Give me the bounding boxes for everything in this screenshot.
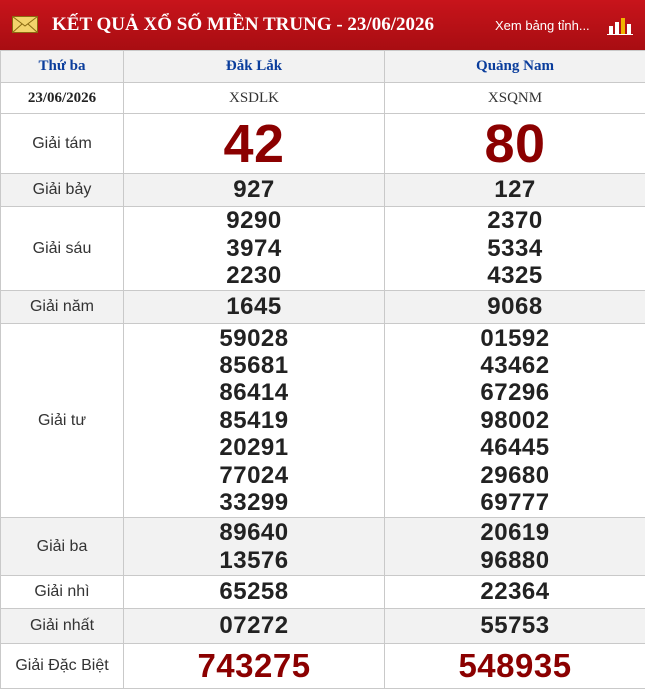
prize-number: 96880 bbox=[385, 547, 645, 574]
prize-number: 1645 bbox=[124, 293, 384, 320]
results-header: KẾT QUẢ XỔ SỐ MIỀN TRUNG - 23/06/2026 Xe… bbox=[0, 0, 645, 50]
prize-number: 5334 bbox=[385, 235, 645, 262]
prize-number: 46445 bbox=[385, 434, 645, 461]
jackpot-number: 743275 bbox=[124, 646, 384, 686]
prize-row: Giải Đặc Biệt743275548935 bbox=[1, 644, 645, 689]
prize-number: 127 bbox=[385, 176, 645, 203]
prize-number: 01592 bbox=[385, 325, 645, 352]
prize-label: Giải ba bbox=[1, 518, 124, 576]
prize-numbers-cell: 929039742230 bbox=[124, 207, 385, 291]
prize-number: 89640 bbox=[124, 519, 384, 546]
bar-chart-icon[interactable] bbox=[606, 14, 634, 36]
envelope-icon bbox=[12, 16, 38, 33]
prize-number: 42 bbox=[124, 115, 384, 173]
prize-number: 85681 bbox=[124, 352, 384, 379]
prize-number: 22364 bbox=[385, 578, 645, 605]
table-header-row: Thứ ba Đắk Lắk Quảng Nam bbox=[1, 51, 645, 83]
prize-row: Giải nhì6525822364 bbox=[1, 576, 645, 609]
prize-number: 29680 bbox=[385, 462, 645, 489]
jackpot-number: 548935 bbox=[385, 646, 645, 686]
prize-numbers-cell: 8964013576 bbox=[124, 518, 385, 576]
province-name-cell[interactable]: Quảng Nam bbox=[385, 51, 645, 83]
prize-numbers-cell: 55753 bbox=[385, 609, 645, 644]
prize-numbers-cell: 927 bbox=[124, 174, 385, 207]
prize-numbers-cell: 743275 bbox=[124, 644, 385, 689]
prize-number: 3974 bbox=[124, 235, 384, 262]
day-cell: Thứ ba bbox=[1, 51, 124, 83]
prize-row: Giải tư590288568186414854192029177024332… bbox=[1, 324, 645, 518]
lottery-results-table: Thứ ba Đắk Lắk Quảng Nam 23/06/2026 XSDL… bbox=[0, 50, 645, 689]
prize-row: Giải năm16459068 bbox=[1, 291, 645, 324]
prize-label: Giải tư bbox=[1, 324, 124, 518]
prize-numbers-cell: 9068 bbox=[385, 291, 645, 324]
prize-row: Giải ba89640135762061996880 bbox=[1, 518, 645, 576]
prize-numbers-cell: 22364 bbox=[385, 576, 645, 609]
prize-label: Giải nhất bbox=[1, 609, 124, 644]
prize-numbers-cell: 127 bbox=[385, 174, 645, 207]
prize-number: 13576 bbox=[124, 547, 384, 574]
prize-number: 98002 bbox=[385, 407, 645, 434]
prize-number: 65258 bbox=[124, 578, 384, 605]
prize-number: 80 bbox=[385, 115, 645, 173]
prize-label: Giải nhì bbox=[1, 576, 124, 609]
prize-number: 927 bbox=[124, 176, 384, 203]
date-code-row: 23/06/2026 XSDLK XSQNM bbox=[1, 83, 645, 114]
prize-number: 69777 bbox=[385, 489, 645, 516]
prize-numbers-cell: 548935 bbox=[385, 644, 645, 689]
prize-number: 4325 bbox=[385, 262, 645, 289]
prize-number: 59028 bbox=[124, 325, 384, 352]
prize-number: 2230 bbox=[124, 262, 384, 289]
view-province-table-link[interactable]: Xem bảng tỉnh... bbox=[495, 18, 590, 33]
province-code-cell: XSDLK bbox=[124, 83, 385, 114]
prize-number: 33299 bbox=[124, 489, 384, 516]
prize-number: 43462 bbox=[385, 352, 645, 379]
prize-numbers-cell: 2061996880 bbox=[385, 518, 645, 576]
prize-numbers-cell: 237053344325 bbox=[385, 207, 645, 291]
province-code-cell: XSQNM bbox=[385, 83, 645, 114]
prize-number: 85419 bbox=[124, 407, 384, 434]
province-name-cell[interactable]: Đắk Lắk bbox=[124, 51, 385, 83]
prize-number: 55753 bbox=[385, 612, 645, 639]
draw-date-cell: 23/06/2026 bbox=[1, 83, 124, 114]
prize-label: Giải sáu bbox=[1, 207, 124, 291]
prize-number: 9290 bbox=[124, 207, 384, 234]
prize-label: Giải bảy bbox=[1, 174, 124, 207]
prize-row: Giải bảy927127 bbox=[1, 174, 645, 207]
prize-label: Giải Đặc Biệt bbox=[1, 644, 124, 689]
prize-row: Giải tám4280 bbox=[1, 114, 645, 174]
prize-numbers-cell: 59028856818641485419202917702433299 bbox=[124, 324, 385, 518]
prize-numbers-cell: 07272 bbox=[124, 609, 385, 644]
prize-numbers-cell: 01592434626729698002464452968069777 bbox=[385, 324, 645, 518]
prize-row: Giải nhất0727255753 bbox=[1, 609, 645, 644]
prize-number: 20619 bbox=[385, 519, 645, 546]
prize-label: Giải năm bbox=[1, 291, 124, 324]
prize-numbers-cell: 65258 bbox=[124, 576, 385, 609]
prize-label: Giải tám bbox=[1, 114, 124, 174]
prize-number: 2370 bbox=[385, 207, 645, 234]
prize-number: 77024 bbox=[124, 462, 384, 489]
prize-numbers-cell: 80 bbox=[385, 114, 645, 174]
prize-number: 20291 bbox=[124, 434, 384, 461]
prize-numbers-cell: 1645 bbox=[124, 291, 385, 324]
prize-number: 67296 bbox=[385, 379, 645, 406]
prize-number: 9068 bbox=[385, 293, 645, 320]
page-title: KẾT QUẢ XỔ SỐ MIỀN TRUNG - 23/06/2026 bbox=[52, 14, 434, 36]
prize-row: Giải sáu929039742230237053344325 bbox=[1, 207, 645, 291]
prize-number: 86414 bbox=[124, 379, 384, 406]
prize-number: 07272 bbox=[124, 612, 384, 639]
prize-numbers-cell: 42 bbox=[124, 114, 385, 174]
